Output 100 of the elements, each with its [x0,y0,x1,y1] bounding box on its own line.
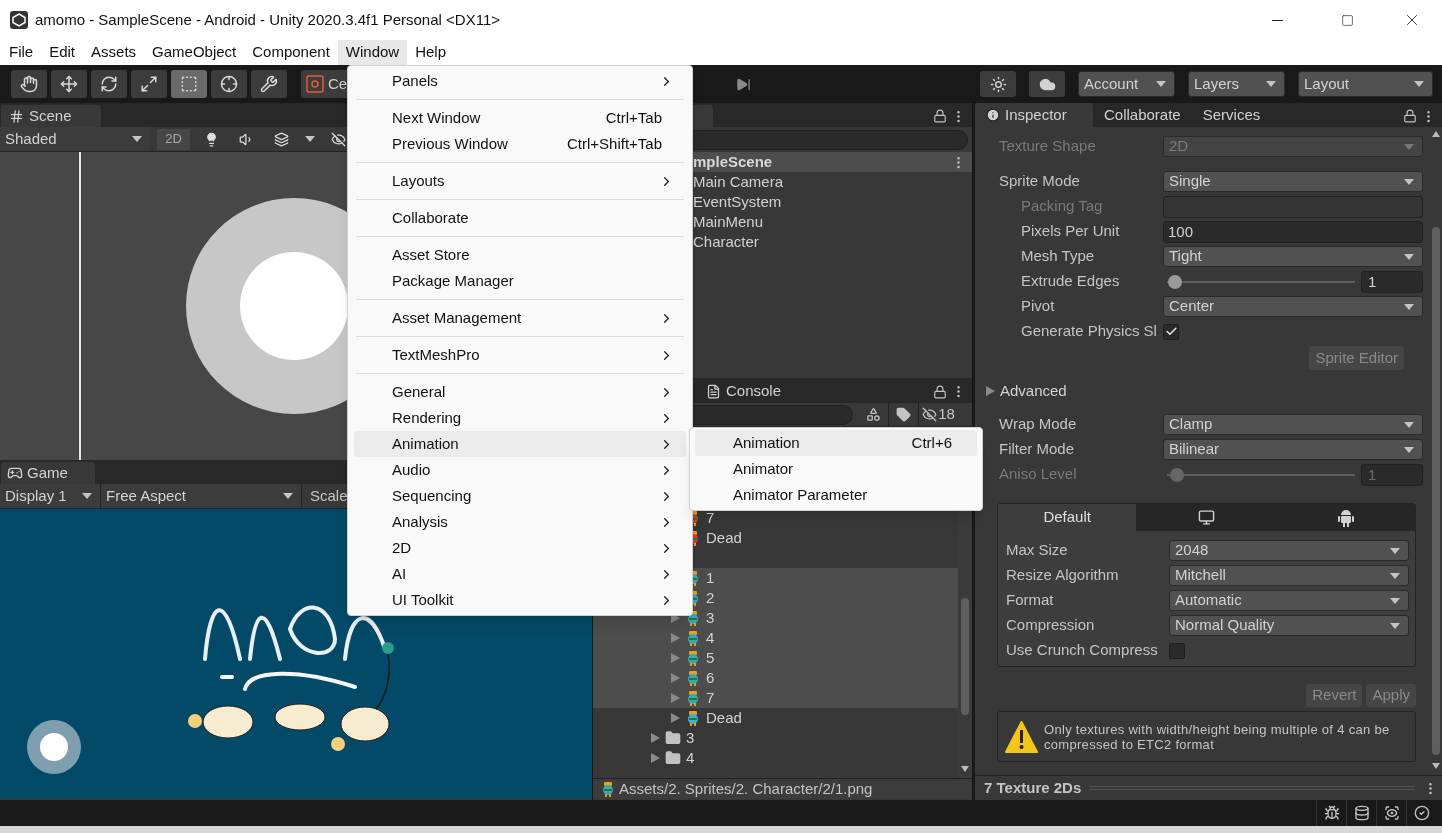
dropdown[interactable]: 2048 [1169,540,1409,561]
field-label: Wrap Mode [999,414,1078,435]
menu-item[interactable]: Audio [354,457,686,483]
field-label: Mesh Type [1021,246,1096,267]
scroll-down-arrow-icon[interactable] [1432,763,1440,769]
tool-button[interactable] [251,70,287,98]
foldout[interactable]: Advanced [986,379,1067,403]
monitor-icon [1198,509,1215,526]
aspect-dropdown[interactable]: Free Aspect [101,484,301,508]
caret-icon [132,136,142,142]
menu-item[interactable]: 2D [354,535,686,561]
tool-button[interactable] [131,70,167,98]
light-button[interactable] [980,71,1016,97]
platform-tab[interactable]: Default [998,504,1137,531]
menu-item[interactable]: Layouts [354,168,686,194]
menu-item[interactable]: GameObject [144,40,245,65]
menu-item[interactable]: Package Manager [354,268,686,294]
dropdown[interactable]: Bilinear [1163,439,1423,460]
menu-item[interactable]: Rendering [354,405,686,431]
tree-item[interactable]: Dead [593,708,958,728]
input-field[interactable]: 100 [1163,220,1423,243]
menu-item[interactable]: File [1,40,42,65]
menu-item[interactable]: Panels [354,68,686,94]
menu-item[interactable]: Asset Store [354,242,686,268]
caret-icon [1266,81,1276,87]
bug-icon [1323,805,1340,821]
field-label: Pixels Per Unit [1021,221,1121,242]
gamepad-icon [7,465,23,481]
scrollbar-thumb[interactable] [961,598,969,715]
scroll-up-arrow-icon[interactable] [1432,131,1440,137]
number-field[interactable]: 1 [1361,270,1423,293]
menu-item[interactable]: Asset Management [354,305,686,331]
scale-icon [140,75,158,93]
slider-thumb[interactable] [1168,274,1183,289]
tree-item[interactable]: 5 [593,648,958,668]
menu-item[interactable]: TextMeshPro [354,342,686,368]
tool-button[interactable] [51,70,87,98]
menu-item[interactable]: Next Window Ctrl+Tab [354,105,686,131]
dropdown[interactable]: Mitchell [1169,565,1409,586]
inspector-tab[interactable]: Services [1191,103,1272,127]
caret-icon [1404,446,1414,453]
tree-item[interactable]: 7 [593,688,958,708]
dropdown[interactable]: Tight [1163,246,1423,267]
tree-item[interactable]: 4 [593,628,958,648]
dropdown[interactable]: Clamp [1163,414,1423,435]
scrollbar-thumb[interactable] [1432,227,1440,755]
menu-item[interactable]: Sequencing [354,483,686,509]
menu-item[interactable]: Component [244,40,338,65]
tree-label: 6 [706,667,715,688]
tool-button[interactable] [91,70,127,98]
unity-logo-icon [10,11,28,29]
minimize-icon [1271,19,1283,21]
menu-item[interactable]: Animation Ctrl+6 [695,430,977,456]
tree-item[interactable]: 4 [593,748,958,768]
step-icon [735,76,751,92]
dropdown[interactable]: Center [1163,296,1423,317]
cloud-button[interactable] [1029,71,1065,97]
menu-item[interactable]: Window [337,40,408,65]
caret-icon [1390,622,1400,629]
layers-dropdown[interactable]: Layers [1188,71,1285,97]
menu-item[interactable]: Previous Window Ctrl+Shift+Tab [354,131,686,157]
lock-icon[interactable] [1403,109,1417,123]
scroll-down-arrow-icon[interactable] [961,766,969,772]
menu-item[interactable]: Assets [83,40,145,65]
menu-item[interactable]: Edit [41,40,84,65]
menu-item[interactable]: General [354,379,686,405]
dropdown[interactable]: Single [1163,171,1423,192]
scene-tab[interactable]: Scene [1,105,101,127]
lock-icon[interactable] [933,384,947,399]
tree-label: Dead [706,527,742,548]
field-label: Resize Algorithm [1006,565,1120,586]
checkbox[interactable] [1169,642,1185,659]
lock-icon[interactable] [933,109,947,123]
dropdown[interactable]: Normal Quality [1169,615,1409,636]
shading-dropdown[interactable]: Shaded [0,127,150,151]
menu-item[interactable]: Animator Parameter [695,482,977,508]
inspector-tab[interactable]: Collaborate [1093,103,1192,127]
menu-item[interactable]: Analysis [354,509,686,535]
sprite-icon [685,670,701,686]
tree-item[interactable]: 3 [593,728,958,748]
caret-icon [1156,81,1166,87]
menu-item[interactable]: Collaborate [354,205,686,231]
dropdown[interactable]: Automatic [1169,590,1409,611]
platform-tab[interactable] [1275,504,1415,531]
inspector-tab[interactable]: Inspector [975,103,1093,127]
menu-item[interactable]: Animation [354,431,686,457]
info-icon [986,108,1000,122]
hidden-count-button[interactable]: 18 [918,402,958,427]
tool-button[interactable] [211,70,247,98]
display-dropdown[interactable]: Display 1 [0,484,100,508]
checkbox[interactable] [1163,323,1179,340]
account-dropdown[interactable]: Account [1078,71,1175,97]
menu-item[interactable]: Animator [695,456,977,482]
tool-button[interactable] [11,70,47,98]
layout-dropdown[interactable]: Layout [1298,71,1433,97]
shapes-icon [865,407,881,422]
game-tab[interactable]: Game [1,462,95,484]
2d-button[interactable]: 2D [157,128,190,150]
tree-item[interactable]: 6 [593,668,958,688]
menu-item[interactable]: Help [407,40,455,65]
